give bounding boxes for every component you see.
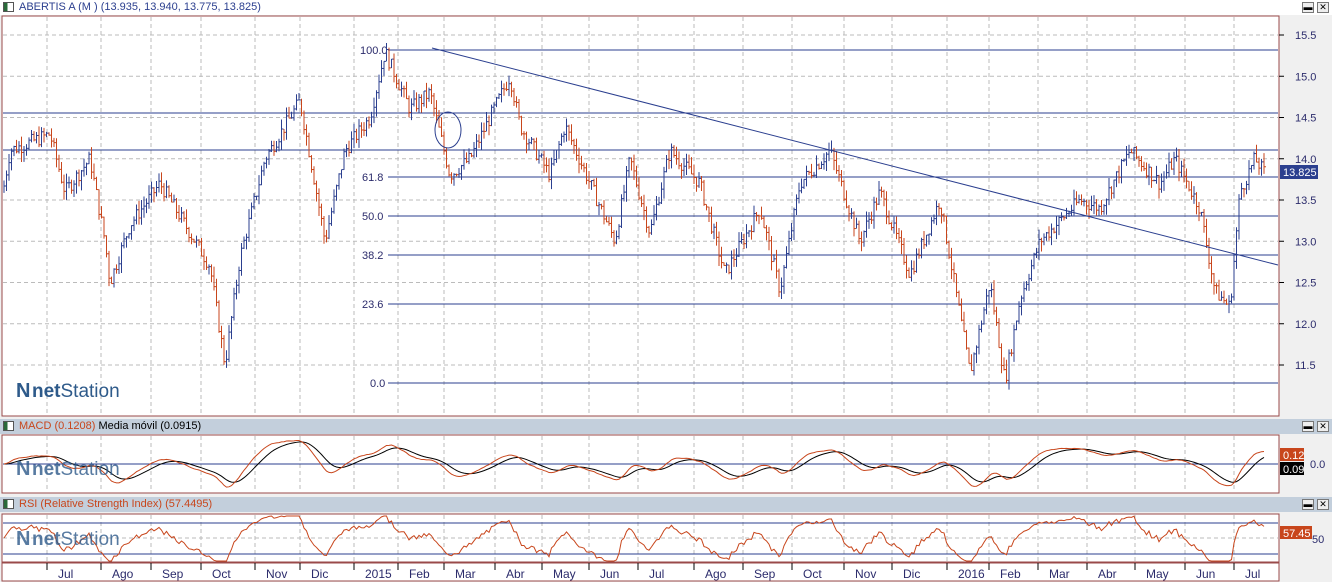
x-tick-label: Sep — [162, 567, 184, 581]
x-tick-label: Feb — [409, 567, 430, 581]
macd-pane — [1, 434, 1280, 494]
rsi-value-badge: 57.45 — [1283, 528, 1311, 540]
minimize-button[interactable]: ▬ — [1302, 2, 1314, 13]
y-tick-label: 12.0 — [1295, 319, 1316, 331]
svg-text:N: N — [16, 380, 30, 402]
svg-text:netStation: netStation — [32, 459, 120, 480]
x-tick-label: Abr — [1098, 567, 1117, 581]
macd-header: MACD (0.1208) Media móvil (0.0915) ▬ ✕ — [0, 419, 1332, 434]
circle-annotation — [434, 111, 462, 149]
signal-line — [3, 441, 1265, 483]
y-tick-label: 14.0 — [1295, 154, 1316, 166]
x-tick-label: 2016 — [958, 567, 985, 581]
x-tick-label: Jun — [1196, 567, 1215, 581]
svg-text:netStation: netStation — [32, 529, 120, 550]
svg-text:N: N — [16, 528, 30, 550]
x-tick-label: Jul — [1245, 567, 1260, 581]
main-chart-header: ABERTIS A (M ) (13.935, 13.940, 13.775, … — [0, 0, 1332, 15]
x-tick-label: Jun — [600, 567, 619, 581]
x-tick-label: 2015 — [365, 567, 392, 581]
rsi-header: RSI (Relative Strength Index) (57.4495) … — [0, 497, 1332, 512]
x-tick-label: Dic — [311, 567, 328, 581]
chart-icon — [3, 421, 14, 431]
macd-line — [3, 440, 1265, 488]
y-tick-label: 12.5 — [1295, 278, 1316, 290]
x-tick-label: Ago — [705, 567, 727, 581]
y-tick-label: 13.5 — [1295, 195, 1316, 207]
chart-icon — [3, 499, 14, 509]
svg-text:N: N — [16, 458, 30, 480]
close-button[interactable]: ✕ — [1317, 499, 1329, 510]
macd-value-badge: 0.12 — [1283, 450, 1304, 462]
fib-label: 0.0 — [370, 378, 385, 390]
rsi-pane — [1, 513, 1280, 563]
minimize-button[interactable]: ▬ — [1302, 499, 1314, 510]
y-tick-label: 13.0 — [1295, 236, 1316, 248]
rsi-line — [3, 515, 1265, 562]
x-tick-label: Mar — [455, 567, 476, 581]
rsi-label: RSI (Relative Strength Index) (57.4495) — [19, 498, 213, 510]
x-tick-label: Mar — [1049, 567, 1070, 581]
x-tick-label: Feb — [1000, 567, 1021, 581]
price-pane — [1, 15, 1280, 417]
x-tick-label: May — [1146, 567, 1169, 581]
rsi-tick: 50 — [1312, 534, 1324, 546]
x-tick-label: Dic — [903, 567, 920, 581]
x-tick-label: Abr — [506, 567, 525, 581]
minimize-button[interactable]: ▬ — [1302, 421, 1314, 432]
last-price-badge: 13.825 — [1283, 167, 1317, 179]
macd-signal-label: Media móvil (0.0915) — [98, 420, 202, 432]
y-tick-label: 14.5 — [1295, 113, 1316, 125]
trendline — [431, 47, 1279, 266]
x-tick-label: Nov — [855, 567, 876, 581]
y-tick-label: 15.0 — [1295, 71, 1316, 83]
y-tick-label: 11.5 — [1295, 360, 1316, 372]
x-tick-label: Nov — [266, 567, 287, 581]
fib-label: 38.2 — [362, 250, 383, 262]
x-tick-label: Sep — [754, 567, 776, 581]
macd-zero-tick: 0.0 — [1310, 459, 1325, 471]
chart-icon — [3, 2, 14, 12]
fib-label: 23.6 — [362, 299, 383, 311]
x-tick-label: Oct — [803, 567, 822, 581]
main-chart-title: ABERTIS A (M ) (13.935, 13.940, 13.775, … — [19, 1, 261, 13]
fib-label: 100.0 — [360, 45, 388, 57]
macd-label: MACD (0.1208) — [19, 420, 96, 432]
x-tick-label: Jul — [58, 567, 73, 581]
svg-text:netStation: netStation — [32, 381, 120, 402]
netstation-logo: NnetStation NnetStation NnetStation — [16, 380, 120, 550]
x-tick-label: May — [553, 567, 576, 581]
x-tick-label: Ago — [112, 567, 134, 581]
chart-canvas: 100.0 61.8 50.0 38.2 23.6 0.0 15.5 15.0 14.5 14.0… — [1, 15, 1325, 582]
x-tick-label: Jul — [649, 567, 664, 581]
x-tick-label: Oct — [212, 567, 231, 581]
fib-label: 61.8 — [362, 172, 383, 184]
time-axis — [1, 562, 1280, 582]
y-tick-label: 15.5 — [1295, 30, 1316, 42]
fib-label: 50.0 — [362, 211, 383, 223]
close-button[interactable]: ✕ — [1317, 2, 1329, 13]
close-button[interactable]: ✕ — [1317, 421, 1329, 432]
signal-value-badge: 0.09 — [1283, 464, 1304, 476]
